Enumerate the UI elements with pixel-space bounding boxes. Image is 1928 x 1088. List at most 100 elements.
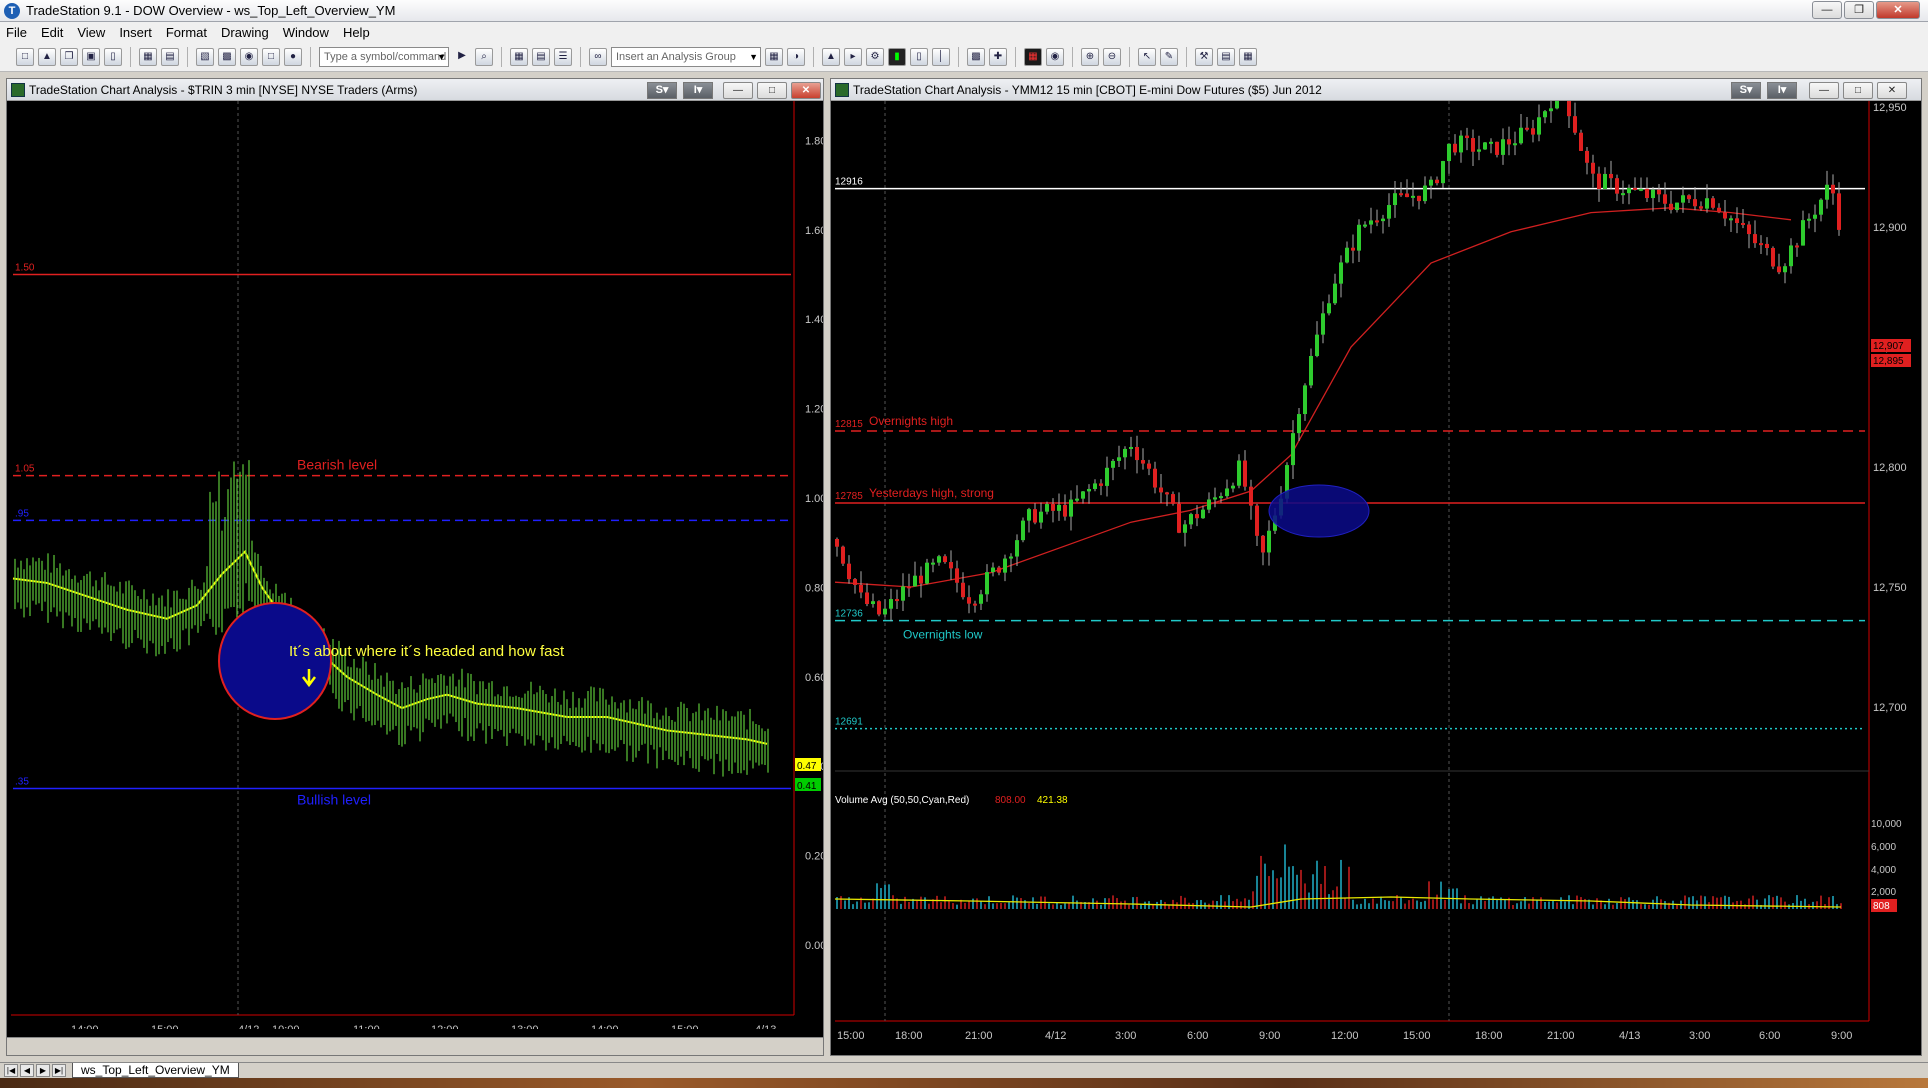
trin-close-button[interactable]: ✕ — [791, 82, 821, 99]
candlestick-icon[interactable]: ▯ — [910, 47, 928, 66]
bar-chart-icon[interactable]: ▮ — [888, 47, 906, 66]
new-file-icon[interactable]: □ — [16, 47, 34, 66]
menu-view[interactable]: View — [77, 25, 105, 40]
zoom-out-icon[interactable]: ⊖ — [1103, 47, 1121, 66]
restore-button[interactable]: ❐ — [1844, 1, 1874, 19]
menu-edit[interactable]: Edit — [41, 25, 63, 40]
go-arrow-icon[interactable]: ▶ — [453, 48, 471, 66]
colors-icon[interactable]: ● — [284, 47, 302, 66]
candle-body — [1525, 127, 1529, 130]
menu-window[interactable]: Window — [283, 25, 329, 40]
title-bar: T TradeStation 9.1 - DOW Overview - ws_T… — [0, 0, 1928, 22]
highlight-circle — [218, 602, 332, 720]
last-tab-icon[interactable]: ▶| — [52, 1064, 66, 1077]
menu-help[interactable]: Help — [343, 25, 370, 40]
zoom-in-icon[interactable]: ⊕ — [1081, 47, 1099, 66]
ym-chart-canvas[interactable]: 12,95012,90012,85012,80012,75012,70015:0… — [831, 101, 1921, 1055]
candle-body — [1837, 193, 1841, 230]
save-icon[interactable]: ▣ — [82, 47, 100, 66]
candle-body — [1207, 499, 1211, 510]
color-fill-icon[interactable]: ◉ — [1046, 47, 1064, 66]
first-tab-icon[interactable]: |◀ — [4, 1064, 18, 1077]
candle-body — [1111, 460, 1115, 468]
menu-format[interactable]: Format — [166, 25, 207, 40]
trin-maximize-button[interactable]: □ — [757, 82, 787, 99]
trin-chart-canvas[interactable]: 1.801.601.401.201.000.800.600.400.200.00… — [7, 101, 823, 1029]
toolbar-divider — [1072, 46, 1073, 67]
y-tick-label: 0.20 — [805, 851, 823, 863]
radar-screen-icon[interactable]: ◑ — [787, 47, 805, 66]
ym-close-button[interactable]: ✕ — [1877, 82, 1907, 99]
candle-body — [1477, 149, 1481, 152]
line-chart-icon[interactable]: │ — [932, 47, 950, 66]
minimize-button[interactable]: — — [1812, 1, 1842, 19]
candle-body — [1147, 463, 1151, 469]
prev-tab-icon[interactable]: ◀ — [20, 1064, 34, 1077]
y-tick-label: 1.20 — [805, 404, 823, 416]
insert-strategy-icon[interactable]: ▲ — [822, 47, 840, 66]
print-icon[interactable]: ▤ — [161, 47, 179, 66]
lock-icon[interactable]: ◉ — [240, 47, 258, 66]
format-icon[interactable]: ⚙ — [866, 47, 884, 66]
symbol-lookup-icon[interactable]: ⌕ — [475, 47, 493, 66]
candle-body — [1369, 220, 1373, 225]
trin-horizontal-scrollbar[interactable] — [7, 1037, 823, 1055]
data-window-icon[interactable]: ▩ — [967, 47, 985, 66]
folder-icon[interactable]: ▯ — [104, 47, 122, 66]
market-depth-icon[interactable]: ▦ — [1024, 47, 1042, 66]
next-tab-icon[interactable]: ▶ — [36, 1064, 50, 1077]
candle-body — [1225, 488, 1229, 497]
menu-drawing[interactable]: Drawing — [221, 25, 269, 40]
chevron-down-icon[interactable]: ▼ — [437, 48, 446, 66]
symbol-link-button[interactable]: S▾ — [647, 82, 677, 99]
page-icon[interactable]: □ — [262, 47, 280, 66]
indicator-link-button[interactable]: I▾ — [1767, 82, 1797, 99]
x-tick-label: 18:00 — [895, 1030, 923, 1042]
y-tick-label: 12,750 — [1873, 582, 1907, 594]
symbol-command-input[interactable]: Type a symbol/command ▼ — [319, 46, 449, 67]
chevron-down-icon[interactable]: ▼ — [749, 48, 758, 66]
tab-navigation: |◀ ◀ ▶ ▶| — [4, 1064, 66, 1077]
grid-icon[interactable]: ▦ — [510, 47, 528, 66]
window-controls: — ❐ ✕ — [1812, 1, 1920, 19]
list-icon[interactable]: ☰ — [554, 47, 572, 66]
menu-insert[interactable]: Insert — [119, 25, 152, 40]
breakout-highlight-ellipse — [1268, 484, 1370, 538]
indicator-link-button[interactable]: I▾ — [683, 82, 713, 99]
open-folder-icon[interactable]: ▲ — [38, 47, 56, 66]
candle-body — [1711, 198, 1715, 208]
pointer-icon[interactable]: ↖ — [1138, 47, 1156, 66]
candle-body — [931, 562, 935, 565]
trin-minimize-button[interactable]: — — [723, 82, 753, 99]
analysis-group-input[interactable]: Insert an Analysis Group ▼ — [611, 46, 761, 67]
symbol-link-button[interactable]: S▾ — [1731, 82, 1761, 99]
volume-y-label: 6,000 — [1871, 842, 1896, 853]
chart-analysis-icon[interactable]: ▦ — [765, 47, 783, 66]
candle-body — [1135, 446, 1139, 461]
y-tick-label: 1.60 — [805, 225, 823, 237]
ym-minimize-button[interactable]: — — [1809, 82, 1839, 99]
drawing-tools-icon[interactable]: ✎ — [1160, 47, 1178, 66]
toolbar-divider — [310, 46, 311, 67]
candle-body — [853, 579, 857, 585]
candle-body — [1645, 188, 1649, 199]
workspace-icon[interactable]: ▧ — [196, 47, 214, 66]
copy-icon[interactable]: ❐ — [60, 47, 78, 66]
x-tick-label: 9:00 — [1831, 1030, 1852, 1042]
candle-body — [835, 539, 839, 547]
tools-icon[interactable]: ⚒ — [1195, 47, 1213, 66]
menu-file[interactable]: File — [6, 25, 27, 40]
candle-body — [1813, 214, 1817, 219]
x-tick-label: 14:00 — [591, 1024, 619, 1029]
order-bar-icon[interactable]: ▤ — [1217, 47, 1235, 66]
close-button[interactable]: ✕ — [1876, 1, 1920, 19]
options-icon[interactable]: ▦ — [1239, 47, 1257, 66]
insert-indicator-icon[interactable]: ▸ — [844, 47, 862, 66]
ym-maximize-button[interactable]: □ — [1843, 82, 1873, 99]
table-icon[interactable]: ▤ — [532, 47, 550, 66]
layout-icon[interactable]: ▩ — [218, 47, 236, 66]
crosshair-icon[interactable]: ✚ — [989, 47, 1007, 66]
save-disk-icon[interactable]: ▦ — [139, 47, 157, 66]
link-icon[interactable]: ∞ — [589, 47, 607, 66]
tab-workspace[interactable]: ws_Top_Left_Overview_YM — [72, 1063, 239, 1078]
